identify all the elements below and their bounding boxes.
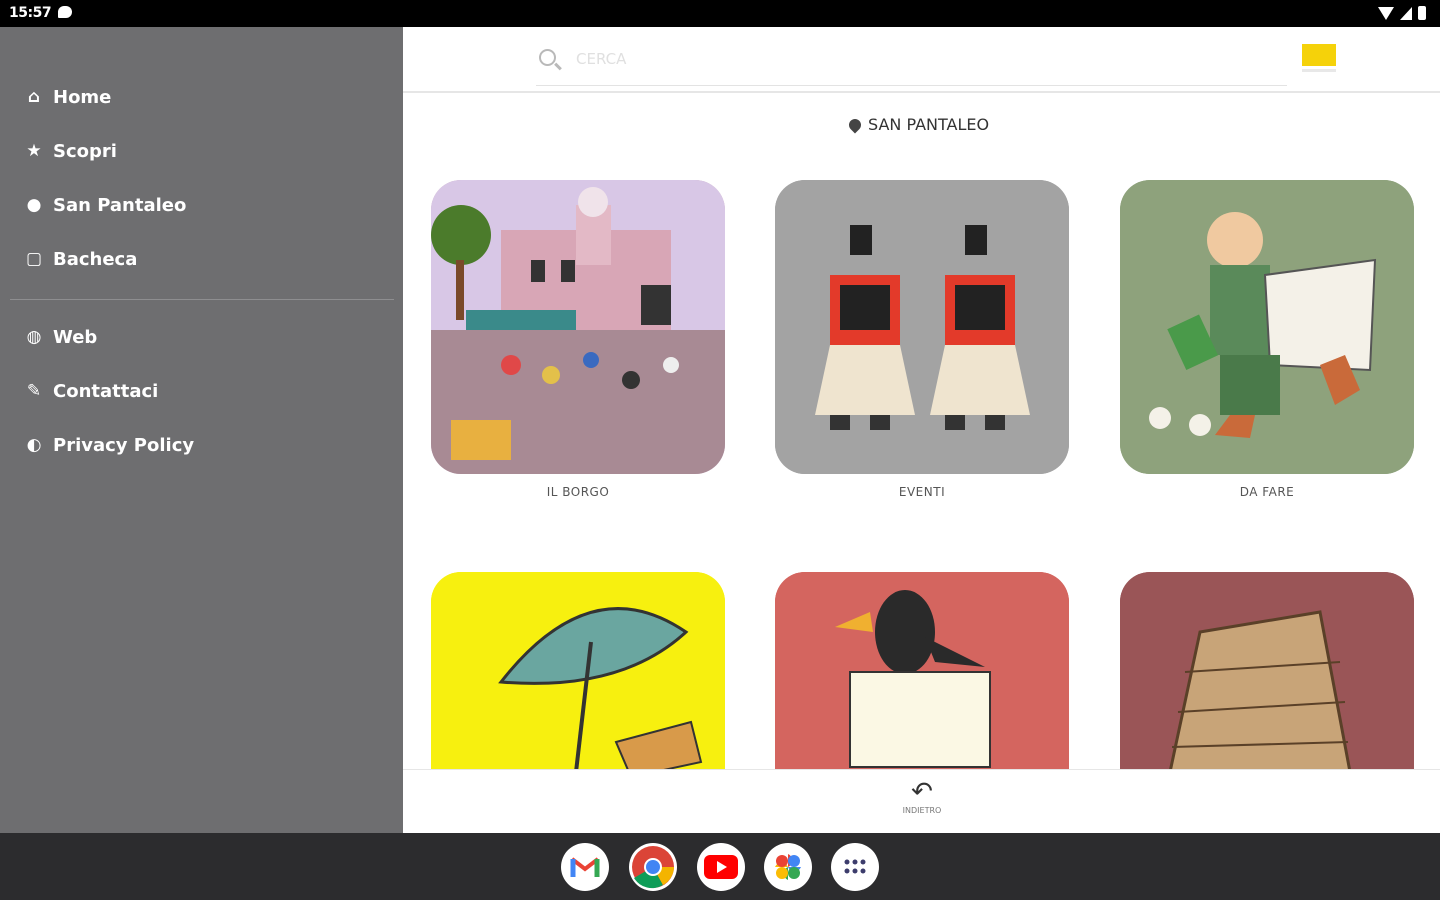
main-content: SAN PANTALEO IL BORGO	[403, 27, 1440, 866]
youtube-icon	[704, 855, 738, 879]
nav-item-contattaci[interactable]: ✎ Contattaci	[24, 377, 158, 405]
search-input[interactable]	[574, 49, 1178, 69]
location-label: SAN PANTALEO	[868, 115, 990, 134]
gmail-app-icon[interactable]	[561, 843, 609, 891]
chrome-icon	[632, 846, 674, 889]
status-time: 15:57	[9, 5, 52, 21]
youtube-app-icon[interactable]	[697, 843, 745, 891]
tile-eventi[interactable]	[775, 180, 1069, 474]
edit-icon: ✎	[26, 381, 42, 401]
app-logo[interactable]	[1302, 44, 1336, 66]
clipboard-icon: ▢	[25, 249, 43, 269]
nav-item-label: Scopri	[53, 140, 117, 162]
app-drawer-icon[interactable]	[831, 843, 879, 891]
hiker-with-map-illustration	[1120, 180, 1414, 474]
back-label: INDIETRO	[902, 806, 942, 815]
nav-item-label: Web	[53, 326, 98, 348]
nav-item-privacy-policy[interactable]: ◐ Privacy Policy	[24, 431, 195, 459]
gmail-icon	[570, 857, 600, 877]
message-notification-icon	[58, 6, 72, 18]
traditional-costume-illustration	[775, 180, 1069, 474]
grid-dots-icon	[844, 859, 866, 874]
tile-da-fare[interactable]	[1120, 180, 1414, 474]
header-divider	[403, 91, 1440, 93]
home-icon: ⌂	[27, 87, 41, 107]
taskbar	[0, 833, 1440, 900]
shield-icon: ◐	[26, 435, 42, 455]
battery-icon	[1418, 6, 1426, 20]
system-icons	[1378, 6, 1426, 20]
village-square-illustration	[431, 180, 725, 474]
nav-item-label: Bacheca	[53, 248, 138, 270]
nav-item-label: Privacy Policy	[53, 434, 195, 456]
bottom-bar: ↶ INDIETRO	[403, 770, 1440, 833]
tile-label: IL BORGO	[546, 485, 610, 499]
tile-label: EVENTI	[898, 485, 946, 499]
nav-item-label: San Pantaleo	[53, 194, 187, 216]
nav-item-bacheca[interactable]: ▢ Bacheca	[24, 245, 137, 273]
nav-drawer: ⌂ Home ★ Scopri ● San Pantaleo ▢ Bacheca…	[0, 27, 403, 833]
nav-item-web[interactable]: ◍ Web	[24, 323, 98, 351]
search-bar	[536, 43, 1287, 86]
logo-underline	[1302, 69, 1336, 72]
wifi-icon	[1378, 6, 1394, 20]
nav-item-home[interactable]: ⌂ Home	[24, 83, 112, 111]
tile-label: DA FARE	[1239, 485, 1295, 499]
photos-icon	[775, 854, 801, 880]
nav-item-san-pantaleo[interactable]: ● San Pantaleo	[24, 191, 187, 219]
map-pin-icon: ●	[26, 195, 42, 215]
tile-il-borgo[interactable]	[431, 180, 725, 474]
map-pin-icon	[846, 116, 864, 133]
nav-item-label: Contattaci	[53, 380, 159, 402]
signal-icon	[1400, 6, 1412, 20]
back-arrow-icon: ↶	[911, 777, 933, 807]
back-button[interactable]: ↶ INDIETRO	[892, 778, 952, 822]
nav-item-scopri[interactable]: ★ Scopri	[24, 137, 117, 165]
globe-icon: ◍	[26, 327, 42, 347]
drawer-divider	[10, 299, 394, 300]
location-title: SAN PANTALEO	[846, 115, 990, 134]
nav-item-label: Home	[53, 86, 112, 108]
chrome-app-icon[interactable]	[629, 843, 677, 891]
star-icon: ★	[26, 141, 42, 161]
photos-app-icon[interactable]	[764, 843, 812, 891]
status-bar: 15:57	[0, 0, 1440, 27]
search-icon[interactable]	[539, 49, 556, 66]
